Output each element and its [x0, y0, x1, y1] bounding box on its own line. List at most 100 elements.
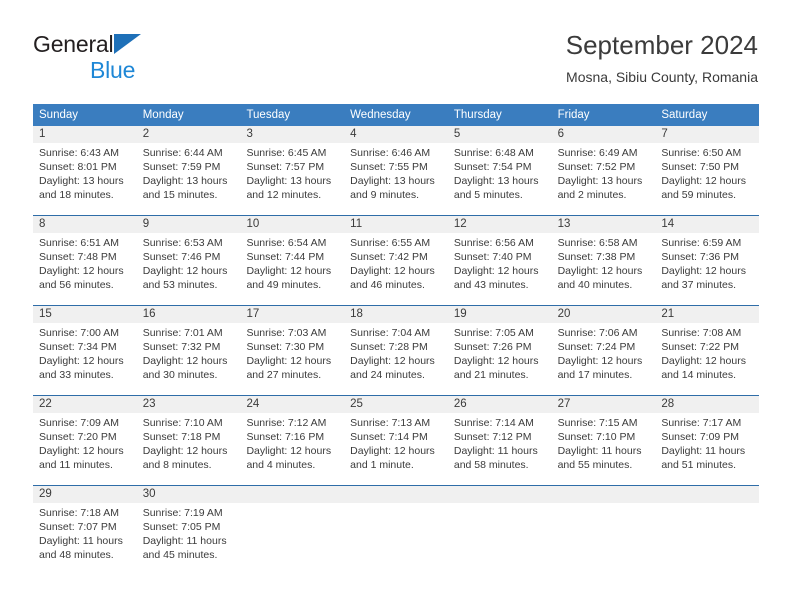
- day-number: 16: [142, 308, 156, 320]
- day-cell[interactable]: 16 Sunrise: 7:01 AM Sunset: 7:32 PM Dayl…: [137, 306, 241, 395]
- day-cell[interactable]: 30 Sunrise: 7:19 AM Sunset: 7:05 PM Dayl…: [137, 486, 241, 575]
- day-cell[interactable]: 10 Sunrise: 6:54 AM Sunset: 7:44 PM Dayl…: [240, 216, 344, 305]
- day-cell[interactable]: 17 Sunrise: 7:03 AM Sunset: 7:30 PM Dayl…: [240, 306, 344, 395]
- day-number: 27: [557, 398, 571, 410]
- daylight-text-line1: Daylight: 11 hours: [557, 445, 642, 457]
- daylight-text-line1: Daylight: 12 hours: [661, 175, 746, 187]
- daylight-text-line1: Daylight: 13 hours: [246, 175, 332, 187]
- day-cell[interactable]: 5 Sunrise: 6:48 AM Sunset: 7:54 PM Dayli…: [448, 126, 552, 215]
- daylight-text-line1: Daylight: 12 hours: [557, 265, 643, 277]
- day-details: Sunrise: 7:09 AM Sunset: 7:20 PM Dayligh…: [39, 416, 131, 472]
- sunrise-text: Sunrise: 7:10 AM: [142, 417, 223, 429]
- day-cell[interactable]: 4 Sunrise: 6:46 AM Sunset: 7:55 PM Dayli…: [344, 126, 448, 215]
- sunset-text: Sunset: 7:18 PM: [142, 431, 221, 443]
- day-cell[interactable]: 20 Sunrise: 7:06 AM Sunset: 7:24 PM Dayl…: [552, 306, 656, 395]
- day-number: 23: [142, 398, 156, 410]
- day-cell[interactable]: 7 Sunrise: 6:50 AM Sunset: 7:50 PM Dayli…: [655, 126, 759, 215]
- sunrise-text: Sunrise: 7:13 AM: [350, 417, 431, 429]
- daylight-text-line2: and 45 minutes.: [142, 549, 218, 561]
- calendar-page: General Blue September 2024 Mosna, Sibiu…: [0, 0, 792, 612]
- sunset-text: Sunset: 7:36 PM: [661, 251, 739, 263]
- weekday-saturday: Saturday: [661, 109, 708, 121]
- day-cell[interactable]: 1 Sunrise: 6:43 AM Sunset: 8:01 PM Dayli…: [33, 126, 137, 215]
- day-number: 22: [39, 398, 52, 410]
- day-cell[interactable]: 9 Sunrise: 6:53 AM Sunset: 7:46 PM Dayli…: [137, 216, 241, 305]
- sunset-text: Sunset: 7:05 PM: [142, 521, 221, 533]
- day-number: 1: [39, 128, 46, 140]
- sunset-text: Sunset: 7:57 PM: [246, 161, 325, 173]
- daylight-text-line2: and 24 minutes.: [350, 369, 425, 381]
- daylight-text-line2: and 2 minutes.: [557, 189, 627, 201]
- day-cell[interactable]: 29 Sunrise: 7:18 AM Sunset: 7:07 PM Dayl…: [33, 486, 137, 575]
- day-cell[interactable]: 25 Sunrise: 7:13 AM Sunset: 7:14 PM Dayl…: [344, 396, 448, 485]
- day-cell[interactable]: 28 Sunrise: 7:17 AM Sunset: 7:09 PM Dayl…: [655, 396, 759, 485]
- day-cell-empty: [552, 486, 656, 575]
- day-number: 18: [350, 308, 363, 320]
- daylight-text-line1: Daylight: 12 hours: [246, 265, 332, 277]
- sunrise-text: Sunrise: 7:12 AM: [246, 417, 327, 429]
- daylight-text-line1: Daylight: 13 hours: [557, 175, 643, 187]
- day-cell[interactable]: 6 Sunrise: 6:49 AM Sunset: 7:52 PM Dayli…: [552, 126, 656, 215]
- day-details: Sunrise: 7:00 AM Sunset: 7:34 PM Dayligh…: [39, 326, 131, 382]
- page-subtitle: Mosna, Sibiu County, Romania: [566, 69, 758, 85]
- daylight-text-line2: and 51 minutes.: [661, 459, 737, 471]
- sunset-text: Sunset: 7:24 PM: [557, 341, 636, 353]
- day-cell[interactable]: 24 Sunrise: 7:12 AM Sunset: 7:16 PM Dayl…: [240, 396, 344, 485]
- day-cell[interactable]: 18 Sunrise: 7:04 AM Sunset: 7:28 PM Dayl…: [344, 306, 448, 395]
- sunrise-text: Sunrise: 6:56 AM: [453, 237, 534, 249]
- day-number: 28: [661, 398, 675, 410]
- day-details: Sunrise: 7:18 AM Sunset: 7:07 PM Dayligh…: [39, 506, 131, 562]
- day-cell[interactable]: 11 Sunrise: 6:55 AM Sunset: 7:42 PM Dayl…: [344, 216, 448, 305]
- daylight-text-line2: and 27 minutes.: [246, 369, 322, 381]
- daylight-text-line2: and 56 minutes.: [39, 279, 114, 291]
- day-cell[interactable]: 3 Sunrise: 6:45 AM Sunset: 7:57 PM Dayli…: [240, 126, 344, 215]
- daylight-text-line2: and 21 minutes.: [453, 369, 529, 381]
- sunrise-text: Sunrise: 7:19 AM: [142, 507, 223, 519]
- day-details: Sunrise: 6:55 AM Sunset: 7:42 PM Dayligh…: [350, 236, 442, 292]
- day-number: 12: [453, 218, 467, 230]
- day-cell[interactable]: 8 Sunrise: 6:51 AM Sunset: 7:48 PM Dayli…: [33, 216, 137, 305]
- day-cell[interactable]: 12 Sunrise: 6:56 AM Sunset: 7:40 PM Dayl…: [448, 216, 552, 305]
- sunset-text: Sunset: 7:12 PM: [453, 431, 532, 443]
- sunset-text: Sunset: 7:59 PM: [142, 161, 221, 173]
- day-cell[interactable]: 2 Sunrise: 6:44 AM Sunset: 7:59 PM Dayli…: [137, 126, 241, 215]
- day-details: Sunrise: 6:56 AM Sunset: 7:40 PM Dayligh…: [454, 236, 546, 292]
- day-cell[interactable]: 14 Sunrise: 6:59 AM Sunset: 7:36 PM Dayl…: [655, 216, 759, 305]
- day-cell[interactable]: 23 Sunrise: 7:10 AM Sunset: 7:18 PM Dayl…: [137, 396, 241, 485]
- daylight-text-line2: and 18 minutes.: [39, 189, 114, 201]
- day-cell[interactable]: 22 Sunrise: 7:09 AM Sunset: 7:20 PM Dayl…: [33, 396, 137, 485]
- day-number: 4: [350, 128, 357, 140]
- daylight-text-line1: Daylight: 12 hours: [350, 445, 435, 457]
- day-number: 15: [39, 308, 52, 320]
- sunset-text: Sunset: 7:55 PM: [350, 161, 428, 173]
- day-cell[interactable]: 13 Sunrise: 6:58 AM Sunset: 7:38 PM Dayl…: [552, 216, 656, 305]
- day-details: Sunrise: 6:48 AM Sunset: 7:54 PM Dayligh…: [454, 146, 546, 202]
- sunset-text: Sunset: 7:50 PM: [661, 161, 739, 173]
- day-details: Sunrise: 6:45 AM Sunset: 7:57 PM Dayligh…: [246, 146, 338, 202]
- daylight-text-line2: and 8 minutes.: [142, 459, 212, 471]
- daylight-text-line2: and 58 minutes.: [453, 459, 529, 471]
- week-row: 22 Sunrise: 7:09 AM Sunset: 7:20 PM Dayl…: [33, 395, 759, 485]
- daylight-text-line1: Daylight: 11 hours: [39, 535, 123, 547]
- sunset-text: Sunset: 7:44 PM: [246, 251, 325, 263]
- daylight-text-line1: Daylight: 12 hours: [350, 355, 435, 367]
- day-cell[interactable]: 19 Sunrise: 7:05 AM Sunset: 7:26 PM Dayl…: [448, 306, 552, 395]
- day-cell[interactable]: 27 Sunrise: 7:15 AM Sunset: 7:10 PM Dayl…: [552, 396, 656, 485]
- day-cell[interactable]: 26 Sunrise: 7:14 AM Sunset: 7:12 PM Dayl…: [448, 396, 552, 485]
- daylight-text-line2: and 37 minutes.: [661, 279, 737, 291]
- daylight-text-line1: Daylight: 12 hours: [39, 355, 124, 367]
- logo-top-row: General: [33, 31, 233, 57]
- day-number: 3: [246, 128, 253, 140]
- day-number: 14: [661, 218, 675, 230]
- day-details: Sunrise: 7:19 AM Sunset: 7:05 PM Dayligh…: [143, 506, 235, 562]
- day-number: 10: [246, 218, 260, 230]
- day-cell-empty: [240, 486, 344, 575]
- day-number: 2: [142, 128, 150, 140]
- day-cell[interactable]: 15 Sunrise: 7:00 AM Sunset: 7:34 PM Dayl…: [33, 306, 137, 395]
- weekday-sunday: Sunday: [39, 109, 79, 121]
- day-cell[interactable]: 21 Sunrise: 7:08 AM Sunset: 7:22 PM Dayl…: [655, 306, 759, 395]
- generalblue-logo[interactable]: General Blue: [33, 31, 233, 87]
- sunrise-text: Sunrise: 7:04 AM: [350, 327, 431, 339]
- sunset-text: Sunset: 7:34 PM: [39, 341, 117, 353]
- sunset-text: Sunset: 7:40 PM: [453, 251, 532, 263]
